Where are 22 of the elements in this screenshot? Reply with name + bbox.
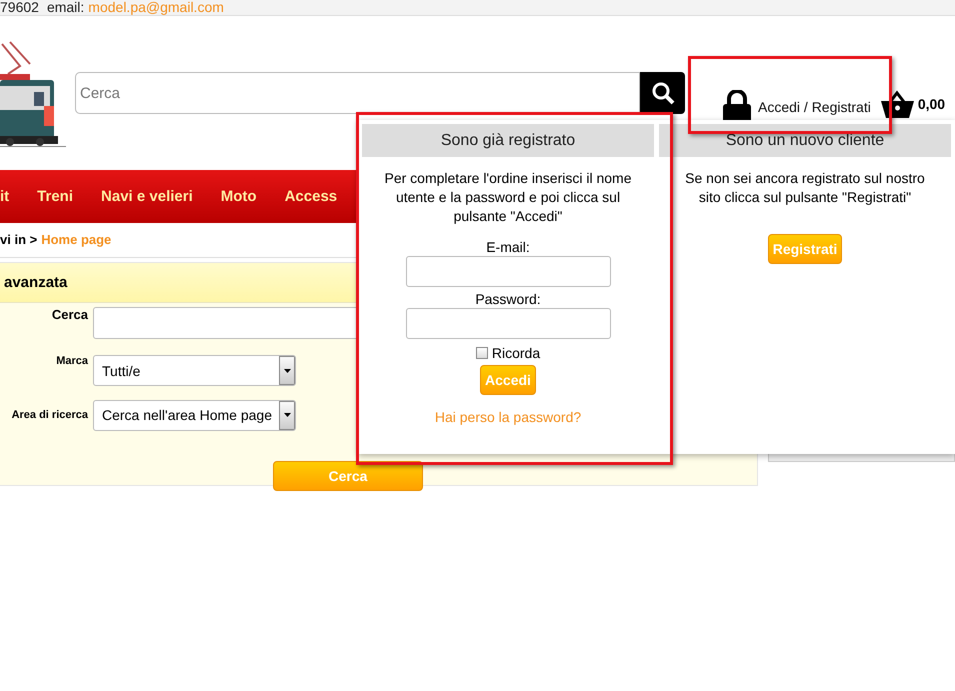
- email-label: email:: [46, 0, 84, 15]
- email-label: E-mail:: [486, 239, 530, 255]
- field-label: Cerca: [50, 307, 89, 322]
- nav-item[interactable]: Access: [284, 188, 338, 205]
- nav-item[interactable]: Navi e velieri: [101, 188, 193, 205]
- field-label: Area di ricerca: [10, 409, 89, 421]
- section-title: Sono un nuovo cliente: [659, 124, 951, 157]
- cart-total: 0,00: [918, 96, 946, 112]
- info-text: Se non sei ancora registrato sul nostro sito clicca sul pulsante "Registrati": [684, 169, 926, 207]
- nav-item[interactable]: Moto: [220, 188, 257, 205]
- instructions-text: Per completare l'ordine inserisci il nome utente e la password e poi clicca sul pulsante "Accedi": [384, 169, 632, 226]
- field-label: Marca: [55, 355, 89, 367]
- nav-item[interactable]: Treni: [37, 188, 74, 205]
- dropdown[interactable]: Tutti/e: [93, 355, 296, 386]
- section-title: Sono già registrato: [362, 124, 654, 157]
- search-field[interactable]: Cerca: [75, 72, 640, 114]
- nav-item[interactable]: it: [0, 188, 10, 205]
- login-link[interactable]: Accedi / Registrati: [758, 99, 871, 115]
- phone-number: 79602: [0, 0, 39, 15]
- breadcrumb-label: vi in >: [0, 232, 38, 247]
- dropdown[interactable]: Cerca nell'area Home page: [93, 400, 296, 430]
- remember-checkbox[interactable]: Ricorda: [476, 345, 540, 361]
